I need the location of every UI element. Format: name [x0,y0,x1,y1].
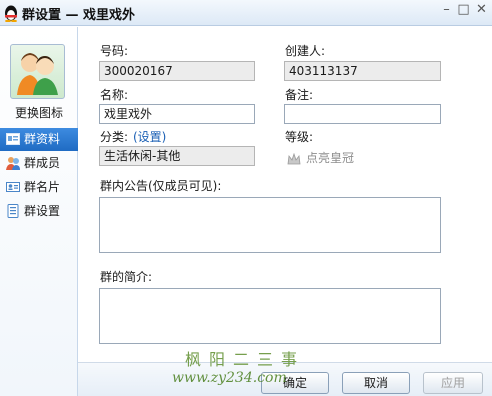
creator-label: 创建人: [285,44,326,58]
sidebar-item-group-members[interactable]: 群成员 [0,152,78,175]
light-crown-label: 点亮皇冠 [306,151,355,165]
group-avatar[interactable] [10,44,65,99]
group-members-icon [6,157,20,170]
group-avatar-icon [17,53,58,95]
notice-label: 群内公告(仅成员可见): [100,179,222,193]
group-card-icon [6,182,20,192]
window-title: 群设置 — 戏里戏外 [22,8,136,23]
sidebar-item-label: 群设置 [24,204,61,218]
crown-icon [287,152,301,165]
sidebar-item-group-settings[interactable]: 群设置 [0,200,78,223]
level-label: 等级: [285,130,314,144]
cancel-button[interactable]: 取消 [342,372,410,394]
category-field: 生活休闲-其他 [99,146,255,166]
sidebar-item-label: 群资料 [24,132,61,146]
sidebar-item-group-info[interactable]: 群资料 [0,128,78,151]
category-settings-link[interactable]: (设置) [133,128,166,145]
sidebar: 更换图标 群资料 群成员 群名片 群设置 [0,27,78,396]
sidebar-item-label: 群名片 [24,180,61,194]
group-number-field: 300020167 [99,61,255,81]
maximize-button[interactable]: □ [455,2,472,19]
qq-penguin-icon [5,5,17,22]
sidebar-item-group-card[interactable]: 群名片 [0,176,78,199]
watermark-url: www.zy234.com [172,370,287,386]
title-bar: 群设置 — 戏里戏外 – □ ✕ [0,0,492,26]
apply-button[interactable]: 应用 [423,372,483,394]
intro-label: 群的简介: [100,270,153,284]
watermark-title: 枫阳二三事 [185,350,306,369]
notice-textarea[interactable] [99,197,441,253]
group-name-input[interactable]: 戏里戏外 [99,104,255,124]
minimize-button[interactable]: – [438,2,455,19]
group-settings-icon [7,204,19,218]
light-crown-link[interactable]: 点亮皇冠 [287,149,354,166]
group-number-label: 号码: [100,44,129,58]
creator-field: 403113137 [284,61,441,81]
intro-textarea[interactable] [99,288,441,344]
group-info-icon [6,133,20,145]
change-icon-link[interactable]: 更换图标 [0,104,78,121]
group-name-label: 名称: [100,88,129,102]
remark-input[interactable] [284,104,441,124]
category-label: 分类: [100,130,129,144]
remark-label: 备注: [285,88,314,102]
close-button[interactable]: ✕ [473,2,490,19]
sidebar-item-label: 群成员 [24,156,61,170]
